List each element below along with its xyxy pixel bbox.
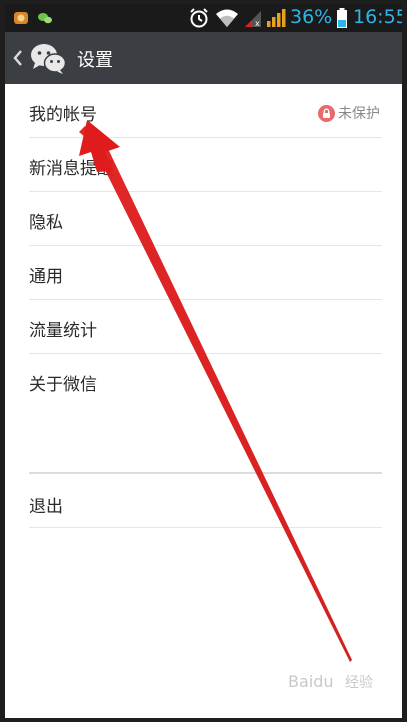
wifi-icon	[216, 9, 238, 27]
watermark-suffix: 经验	[345, 675, 373, 691]
account-protection-badge: 未保护	[318, 104, 380, 122]
app-bar: 设置	[5, 32, 402, 84]
settings-item-general[interactable]: 通用	[5, 246, 402, 300]
logout-button[interactable]: 退出	[5, 474, 402, 528]
watermark-brand: Baidu	[288, 672, 334, 691]
settings-item-data-usage[interactable]: 流量统计	[5, 300, 402, 354]
battery-percentage: 36%	[290, 6, 333, 28]
settings-item-label: 关于微信	[29, 375, 97, 395]
settings-item-label: 我的帐号	[29, 105, 97, 125]
settings-item-new-message-alerts[interactable]: 新消息提醒	[5, 138, 402, 192]
lock-icon	[318, 104, 335, 122]
notification-app-icon	[14, 12, 28, 24]
alarm-icon	[190, 8, 208, 28]
settings-item-about-wechat[interactable]: 关于微信	[5, 354, 402, 408]
page-title: 设置	[77, 50, 113, 71]
battery-icon	[337, 8, 347, 28]
wechat-logo-icon	[31, 44, 67, 74]
protection-status-text: 未保护	[338, 106, 380, 122]
svg-text:x: x	[255, 19, 260, 28]
wechat-notification-icon	[38, 13, 52, 24]
signal-icon-sim2	[267, 9, 286, 27]
settings-item-my-account[interactable]: 我的帐号 未保护	[5, 84, 402, 138]
settings-item-label: 隐私	[29, 213, 63, 233]
phone-screen: x 36% 16:55 设置 我的帐号 未保护 新消息提醒 隐私 通用 流量统计…	[5, 4, 402, 718]
settings-item-label: 新消息提醒	[29, 159, 114, 179]
divider	[29, 527, 382, 528]
clock: 16:55	[353, 6, 402, 28]
back-chevron-icon[interactable]	[11, 46, 25, 70]
settings-item-label: 通用	[29, 267, 63, 287]
logout-label: 退出	[29, 497, 63, 517]
settings-item-privacy[interactable]: 隐私	[5, 192, 402, 246]
status-bar: x 36% 16:55	[5, 4, 402, 32]
settings-item-label: 流量统计	[29, 321, 97, 341]
section-separator	[5, 408, 402, 474]
signal-icon-sim1: x	[245, 11, 261, 28]
settings-list: 我的帐号 未保护 新消息提醒 隐私 通用 流量统计 关于微信 退出	[5, 84, 402, 528]
